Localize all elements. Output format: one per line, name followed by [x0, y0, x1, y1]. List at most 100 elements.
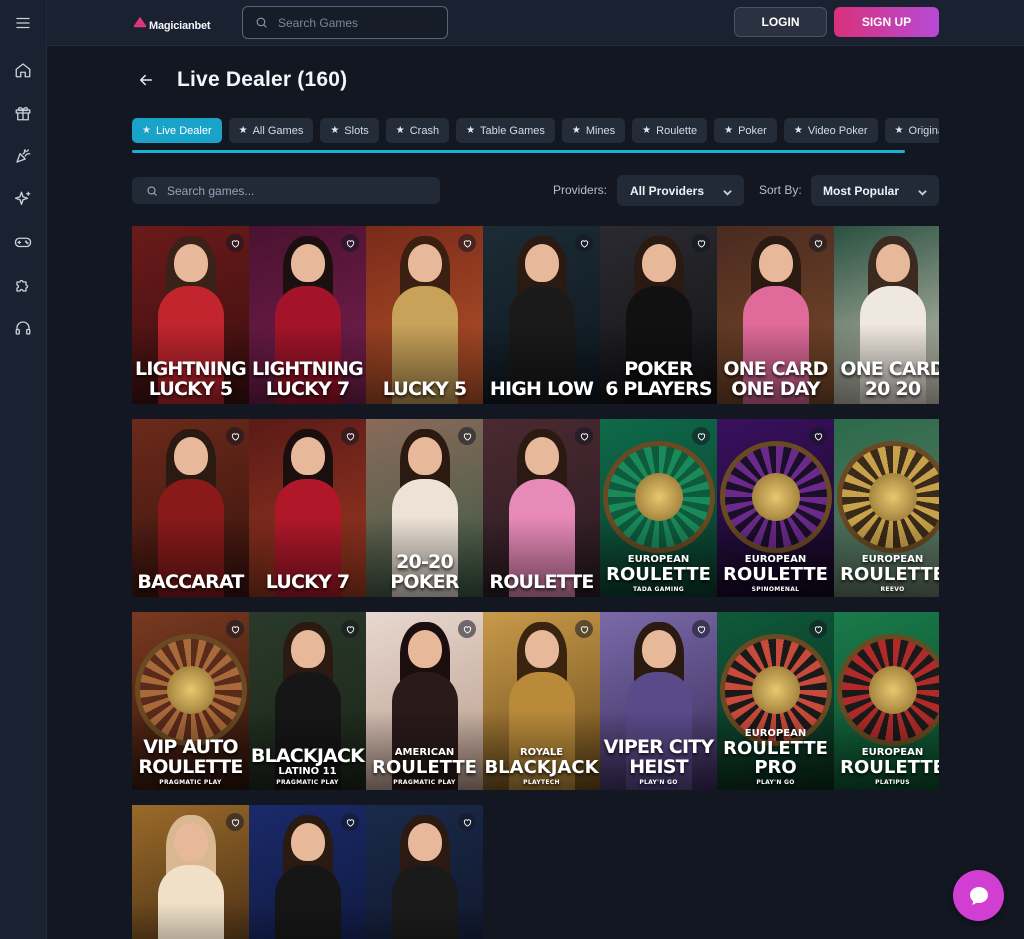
- header-search-input[interactable]: Search Games: [242, 6, 448, 39]
- gift-icon[interactable]: [12, 102, 34, 124]
- favorite-heart-icon[interactable]: [809, 427, 827, 445]
- tab-roulette[interactable]: ★ Roulette: [632, 118, 708, 143]
- game-card[interactable]: LUCKY 5: [366, 226, 483, 404]
- providers-select[interactable]: All Providers: [617, 175, 744, 206]
- favorite-heart-icon[interactable]: [226, 234, 244, 252]
- tabs-scroll-indicator[interactable]: [132, 150, 905, 153]
- game-card[interactable]: [132, 805, 249, 939]
- headset-icon[interactable]: [12, 317, 34, 339]
- puzzle-icon[interactable]: [12, 274, 34, 296]
- dealer-face: [875, 244, 910, 282]
- favorite-heart-icon[interactable]: [226, 620, 244, 638]
- favorite-heart-icon[interactable]: [341, 813, 359, 831]
- game-title: AMERICAN ROULETTE PRAGMATIC PLAY: [372, 747, 477, 786]
- back-arrow-icon[interactable]: [137, 71, 157, 91]
- tab-label: Mines: [585, 124, 616, 137]
- dealer-face: [758, 244, 793, 282]
- favorite-heart-icon[interactable]: [809, 620, 827, 638]
- tab-crash[interactable]: ★ Crash: [385, 118, 450, 143]
- tab-label: Video Poker: [807, 124, 868, 137]
- tab-label: Originals: [908, 124, 939, 137]
- providers-label: Providers:: [553, 183, 608, 197]
- favorite-heart-icon[interactable]: [458, 813, 476, 831]
- favorite-heart-icon[interactable]: [458, 620, 476, 638]
- tab-live-dealer[interactable]: ★ Live Dealer: [132, 118, 222, 143]
- game-card[interactable]: AMERICAN ROULETTE PRAGMATIC PLAY: [366, 612, 483, 790]
- signup-button[interactable]: SIGN UP: [834, 7, 939, 37]
- chat-support-button[interactable]: [953, 870, 1004, 921]
- game-card[interactable]: ROYALE BLACKJACK PLAYTECH: [483, 612, 600, 790]
- game-title: 20-20 POKER: [390, 551, 459, 594]
- tab-all-games[interactable]: ★ All Games: [228, 118, 314, 143]
- tab-mines[interactable]: ★ Mines: [561, 118, 626, 143]
- search-icon: [147, 186, 157, 196]
- tab-label: All Games: [252, 124, 304, 137]
- game-card[interactable]: ROULETTE: [483, 419, 600, 597]
- tab-label: Roulette: [656, 124, 698, 137]
- tab-slots[interactable]: ★ Slots: [320, 118, 379, 143]
- game-card[interactable]: 20-20 POKER: [366, 419, 483, 597]
- dealer-face: [173, 437, 208, 475]
- chevron-down-icon: [723, 186, 732, 196]
- favorite-heart-icon[interactable]: [226, 427, 244, 445]
- favorite-heart-icon[interactable]: [575, 427, 593, 445]
- game-card[interactable]: VIPER CITY HEIST PLAY'N GO: [600, 612, 717, 790]
- star-icon: ★: [466, 125, 476, 136]
- dealer-face: [524, 437, 559, 475]
- games-search-placeholder: Search games...: [167, 183, 255, 198]
- favorite-heart-icon[interactable]: [575, 620, 593, 638]
- game-card[interactable]: [249, 805, 366, 939]
- tab-video-poker[interactable]: ★ Video Poker: [783, 118, 878, 143]
- logo[interactable]: Magicianbet: [133, 12, 211, 32]
- game-card[interactable]: EUROPEAN ROULETTE TADA GAMING: [600, 419, 717, 597]
- logo-text: Magicianbet: [149, 20, 211, 32]
- dealer-face: [290, 437, 325, 475]
- tab-label: Crash: [409, 124, 440, 137]
- game-card[interactable]: BACCARAT: [132, 419, 249, 597]
- favorite-heart-icon[interactable]: [458, 427, 476, 445]
- tab-originals[interactable]: ★ Originals: [884, 118, 939, 143]
- game-title: EUROPEAN ROULETTE SPINOMENAL: [723, 554, 828, 593]
- menu-icon[interactable]: [12, 12, 34, 34]
- favorite-heart-icon[interactable]: [341, 427, 359, 445]
- favorite-heart-icon[interactable]: [809, 234, 827, 252]
- favorite-heart-icon[interactable]: [458, 234, 476, 252]
- game-card[interactable]: EUROPEAN ROULETTE SPINOMENAL: [717, 419, 834, 597]
- game-card[interactable]: ONE CARD 20 20: [834, 226, 939, 404]
- party-popper-icon[interactable]: [12, 145, 34, 167]
- game-card[interactable]: HIGH LOW: [483, 226, 600, 404]
- game-title: ROULETTE: [489, 571, 594, 594]
- game-card[interactable]: ONE CARD ONE DAY: [717, 226, 834, 404]
- game-card[interactable]: VIP AUTO ROULETTE PRAGMATIC PLAY: [132, 612, 249, 790]
- game-card[interactable]: EUROPEAN ROULETTE PRO PLAY'N GO: [717, 612, 834, 790]
- dealer-face: [524, 630, 559, 668]
- favorite-heart-icon[interactable]: [341, 620, 359, 638]
- games-search-input[interactable]: Search games...: [132, 177, 440, 204]
- game-card[interactable]: EUROPEAN ROULETTE PLATIPUS: [834, 612, 939, 790]
- sparkles-icon[interactable]: [12, 188, 34, 210]
- home-icon[interactable]: [12, 59, 34, 81]
- star-icon: ★: [894, 125, 904, 136]
- tab-label: Poker: [738, 124, 767, 137]
- game-card[interactable]: LIGHTNING LUCKY 5: [132, 226, 249, 404]
- favorite-heart-icon[interactable]: [341, 234, 359, 252]
- favorite-heart-icon[interactable]: [692, 620, 710, 638]
- favorite-heart-icon[interactable]: [575, 234, 593, 252]
- game-card[interactable]: POKER 6 PLAYERS: [600, 226, 717, 404]
- tab-poker[interactable]: ★ Poker: [714, 118, 777, 143]
- gamepad-icon[interactable]: [12, 231, 34, 253]
- game-card[interactable]: LIGHTNING LUCKY 7: [249, 226, 366, 404]
- game-card[interactable]: [366, 805, 483, 939]
- tab-label: Live Dealer: [155, 124, 212, 137]
- tab-table-games[interactable]: ★ Table Games: [456, 118, 555, 143]
- game-card[interactable]: EUROPEAN ROULETTE REEVO: [834, 419, 939, 597]
- game-title: ROYALE BLACKJACK PLAYTECH: [484, 747, 599, 786]
- login-button[interactable]: LOGIN: [734, 7, 827, 37]
- favorite-heart-icon[interactable]: [692, 234, 710, 252]
- favorite-heart-icon[interactable]: [692, 427, 710, 445]
- favorite-heart-icon[interactable]: [226, 813, 244, 831]
- game-card[interactable]: BLACKJACK LATINO 11 PRAGMATIC PLAY: [249, 612, 366, 790]
- sort-select[interactable]: Most Popular: [811, 175, 939, 206]
- tab-label: Slots: [344, 124, 369, 137]
- game-card[interactable]: LUCKY 7: [249, 419, 366, 597]
